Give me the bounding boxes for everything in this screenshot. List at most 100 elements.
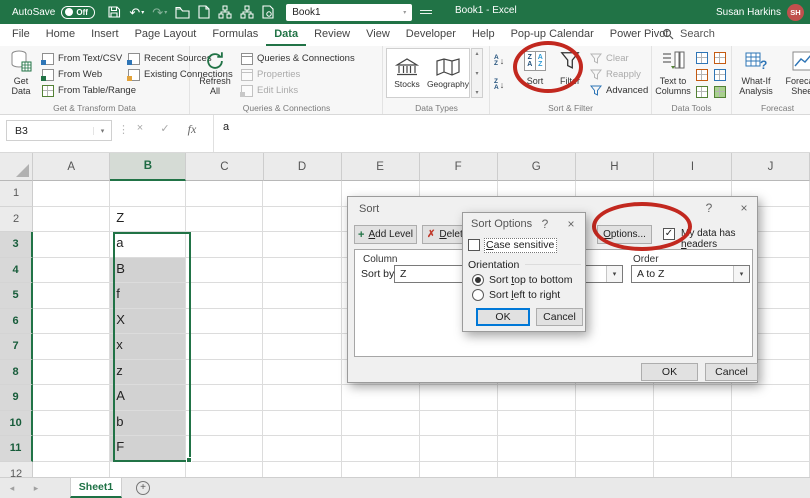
order-dropdown-icon[interactable]: ▾	[733, 266, 749, 282]
get-data-button[interactable]: Get Data	[4, 48, 38, 96]
tab-page-layout[interactable]: Page Layout	[127, 24, 205, 46]
cell-D12[interactable]	[263, 462, 341, 478]
row-header-3[interactable]: 3	[0, 232, 33, 258]
touch-mode-button[interactable]	[260, 2, 276, 22]
next-sheet-button[interactable]: ▸	[24, 478, 48, 498]
cell-I9[interactable]	[654, 385, 732, 411]
cell-D10[interactable]	[263, 411, 341, 437]
row-header-7[interactable]: 7	[0, 334, 33, 360]
cell-J10[interactable]	[732, 411, 810, 437]
sort-by-dropdown-icon[interactable]: ▾	[606, 266, 622, 282]
gallery-up-icon[interactable]: ▴	[475, 50, 478, 57]
cell-C6[interactable]	[186, 309, 263, 335]
cell-F10[interactable]	[420, 411, 498, 437]
column-header-D[interactable]: D	[264, 153, 342, 181]
cell-E11[interactable]	[342, 436, 420, 462]
sort-ok-button[interactable]: OK	[641, 363, 698, 381]
prev-sheet-button[interactable]: ◂	[0, 478, 24, 498]
cell-A10[interactable]	[33, 411, 110, 437]
row-header-12[interactable]: 12	[0, 462, 33, 478]
formula-input[interactable]: a	[213, 115, 810, 152]
sort-options-ok-button[interactable]: OK	[476, 308, 530, 326]
cell-C5[interactable]	[186, 283, 263, 309]
cell-H11[interactable]	[576, 436, 654, 462]
cell-G10[interactable]	[498, 411, 576, 437]
cell-I10[interactable]	[654, 411, 732, 437]
column-header-G[interactable]: G	[498, 153, 576, 181]
cell-G9[interactable]	[498, 385, 576, 411]
open-file-button[interactable]	[173, 2, 192, 22]
cell-B2[interactable]: Z	[110, 207, 186, 233]
sort-options-cancel-button[interactable]: Cancel	[536, 308, 583, 326]
new-file-button[interactable]	[196, 2, 212, 22]
sort-left-to-right-radio[interactable]	[472, 289, 484, 301]
manage-data-model-icon[interactable]	[714, 86, 726, 98]
cell-B9[interactable]: A	[110, 385, 186, 411]
cell-B1[interactable]	[110, 181, 186, 207]
row-header-11[interactable]: 11	[0, 436, 33, 462]
column-header-C[interactable]: C	[186, 153, 263, 181]
refresh-all-button[interactable]: Refresh All	[195, 48, 235, 96]
insert-function-button[interactable]: fx	[182, 122, 202, 137]
cell-C7[interactable]	[186, 334, 263, 360]
cell-A5[interactable]	[33, 283, 110, 309]
cell-C3[interactable]	[186, 232, 263, 258]
sheet-tab-sheet1[interactable]: Sheet1	[70, 478, 122, 498]
cell-B4[interactable]: B	[110, 258, 186, 284]
cell-A2[interactable]	[33, 207, 110, 233]
undo-button[interactable]: ↶ ▾	[127, 2, 146, 22]
row-header-4[interactable]: 4	[0, 258, 33, 284]
help-icon[interactable]: ?	[701, 201, 717, 215]
sort-order-select[interactable]: A to Z ▾	[631, 265, 750, 283]
cell-D2[interactable]	[263, 207, 341, 233]
cell-I11[interactable]	[654, 436, 732, 462]
name-box[interactable]: B3 ▾	[6, 120, 112, 141]
cell-F12[interactable]	[420, 462, 498, 478]
name-box-dropdown-icon[interactable]: ▾	[93, 127, 111, 135]
autosave-toggle[interactable]: Off	[61, 6, 95, 19]
add-level-button[interactable]: + Add Level	[354, 225, 417, 244]
cell-C1[interactable]	[186, 181, 263, 207]
column-header-F[interactable]: F	[420, 153, 498, 181]
cell-B8[interactable]: z	[110, 360, 186, 386]
cell-A7[interactable]	[33, 334, 110, 360]
queries-connections-button[interactable]: Queries & Connections	[241, 51, 355, 66]
cell-C10[interactable]	[186, 411, 263, 437]
row-header-2[interactable]: 2	[0, 207, 33, 233]
row-header-1[interactable]: 1	[0, 181, 33, 207]
cell-B12[interactable]	[110, 462, 186, 478]
cell-D1[interactable]	[263, 181, 341, 207]
advanced-filter-button[interactable]: Advanced	[590, 83, 648, 98]
enter-entry-button[interactable]: ✓	[155, 122, 175, 135]
cell-A3[interactable]	[33, 232, 110, 258]
row-header-6[interactable]: 6	[0, 309, 33, 335]
cell-A6[interactable]	[33, 309, 110, 335]
cancel-entry-button[interactable]: ×	[130, 122, 150, 134]
sort-cancel-button[interactable]: Cancel	[705, 363, 758, 381]
from-table-range-button[interactable]: From Table/Range	[42, 83, 136, 98]
consolidate-icon[interactable]	[714, 52, 726, 64]
forecast-sheet-button[interactable]: Forecast Sheet	[781, 48, 810, 96]
column-header-H[interactable]: H	[576, 153, 654, 181]
cell-E9[interactable]	[342, 385, 420, 411]
tab-home[interactable]: Home	[38, 24, 83, 46]
cell-B7[interactable]: x	[110, 334, 186, 360]
tab-developer[interactable]: Developer	[398, 24, 464, 46]
row-header-5[interactable]: 5	[0, 283, 33, 309]
ribbon-display-options-icon[interactable]	[420, 7, 432, 17]
cell-E12[interactable]	[342, 462, 420, 478]
clear-filter-button[interactable]: Clear	[590, 51, 629, 66]
cell-B5[interactable]: f	[110, 283, 186, 309]
text-to-columns-button[interactable]: Text to Columns	[654, 48, 692, 96]
cell-B3[interactable]: a	[110, 232, 186, 258]
user-avatar[interactable]: SH	[787, 4, 804, 21]
cell-D8[interactable]	[263, 360, 341, 386]
tab-help[interactable]: Help	[464, 24, 503, 46]
cell-B10[interactable]: b	[110, 411, 186, 437]
cell-H10[interactable]	[576, 411, 654, 437]
cell-J11[interactable]	[732, 436, 810, 462]
tab-insert[interactable]: Insert	[83, 24, 127, 46]
cell-D4[interactable]	[263, 258, 341, 284]
cell-C9[interactable]	[186, 385, 263, 411]
row-header-9[interactable]: 9	[0, 385, 33, 411]
